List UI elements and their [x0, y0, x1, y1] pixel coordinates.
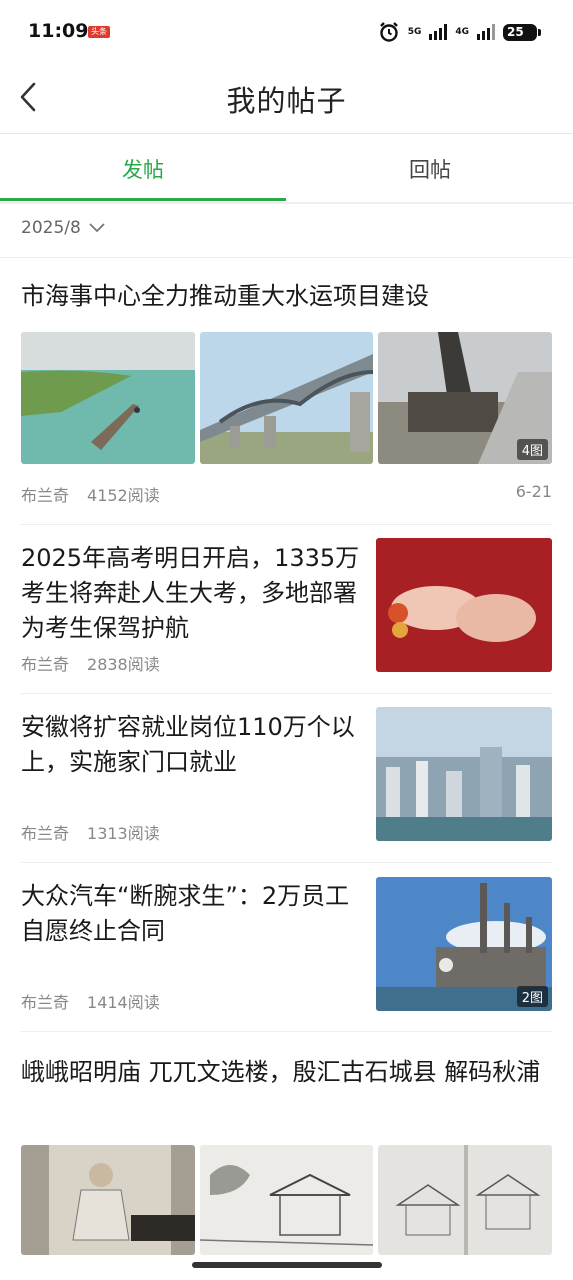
- app-badge: 头条: [88, 26, 110, 38]
- post-thumbnail[interactable]: [21, 332, 195, 464]
- post-author: 布兰奇: [21, 993, 70, 1012]
- signal-icon-2: [477, 24, 495, 40]
- active-tab-indicator: [0, 198, 286, 201]
- post-meta: 布兰奇 1414阅读: [21, 989, 160, 1013]
- post-title: 市海事中心全力推动重大水运项目建设: [21, 282, 429, 310]
- tab-bar: 发帖 回帖: [0, 134, 573, 204]
- post-item[interactable]: 安徽将扩容就业岗位110万个以上，实施家门口就业: [21, 710, 361, 780]
- post-meta: 布兰奇 2838阅读: [21, 651, 160, 675]
- battery-icon: 25: [503, 23, 541, 41]
- image-count-badge: 4图: [516, 439, 548, 460]
- post-title: 大众汽车“断腕求生”：2万员工自愿终止合同: [21, 882, 350, 945]
- post-thumbnail[interactable]: 4图: [378, 332, 552, 464]
- post-thumbnail[interactable]: [376, 707, 552, 841]
- battery-level: 25: [507, 25, 524, 39]
- divider: [21, 1031, 552, 1032]
- month-filter-label: 2025/8: [21, 218, 81, 238]
- alarm-icon: [379, 22, 398, 42]
- network-5g-label: 5G: [407, 26, 422, 37]
- network-4g-label: 4G: [455, 26, 469, 37]
- status-icons: 5G 4G 25: [378, 20, 541, 44]
- post-item[interactable]: 峨峨昭明庙 兀兀文选楼，殷汇古石城县 解码秋浦: [21, 1055, 552, 1090]
- month-filter[interactable]: 2025/8: [21, 218, 105, 238]
- post-thumbnail[interactable]: [200, 1145, 373, 1255]
- post-reads: 2838阅读: [87, 655, 160, 674]
- post-item[interactable]: 大众汽车“断腕求生”：2万员工自愿终止合同: [21, 879, 361, 949]
- nav-bar: 我的帖子: [0, 64, 573, 134]
- post-thumbnail[interactable]: 2图: [376, 877, 552, 1011]
- post-item[interactable]: 市海事中心全力推动重大水运项目建设: [21, 279, 552, 314]
- post-author: 布兰奇: [21, 824, 70, 843]
- tab-replies[interactable]: 回帖: [287, 154, 573, 184]
- tab-posts[interactable]: 发帖: [0, 154, 286, 184]
- home-indicator[interactable]: [192, 1262, 382, 1268]
- post-reads: 1313阅读: [87, 824, 160, 843]
- divider: [21, 524, 552, 525]
- post-thumbnail[interactable]: [21, 1145, 195, 1255]
- post-item[interactable]: 2025年高考明日开启，1335万考生将奔赴人生大考，多地部署为考生保驾护航: [21, 541, 361, 646]
- signal-icon: [429, 24, 448, 40]
- divider: [21, 693, 552, 694]
- post-author: 布兰奇: [21, 486, 70, 505]
- page-title: 我的帖子: [226, 84, 347, 118]
- divider: [0, 257, 573, 258]
- post-title: 2025年高考明日开启，1335万考生将奔赴人生大考，多地部署为考生保驾护航: [21, 544, 360, 642]
- status-time: 11:09: [28, 20, 89, 42]
- post-date: 6-21: [515, 482, 552, 501]
- post-thumbnail[interactable]: [200, 332, 373, 464]
- post-meta: 布兰奇 1313阅读: [21, 820, 160, 844]
- status-bar: 11:09 头条 5G 4G 25: [0, 0, 573, 64]
- post-title: 安徽将扩容就业岗位110万个以上，实施家门口就业: [21, 713, 355, 776]
- post-reads: 4152阅读: [87, 486, 160, 505]
- chevron-down-icon: [89, 223, 105, 233]
- post-reads: 1414阅读: [87, 993, 160, 1012]
- divider: [21, 862, 552, 863]
- post-thumbnail[interactable]: [378, 1145, 552, 1255]
- post-title: 峨峨昭明庙 兀兀文选楼，殷汇古石城县 解码秋浦: [21, 1058, 541, 1086]
- image-count-badge: 2图: [516, 986, 548, 1007]
- post-thumbnail[interactable]: [376, 538, 552, 672]
- post-meta: 布兰奇 4152阅读: [21, 482, 160, 506]
- post-author: 布兰奇: [21, 655, 70, 674]
